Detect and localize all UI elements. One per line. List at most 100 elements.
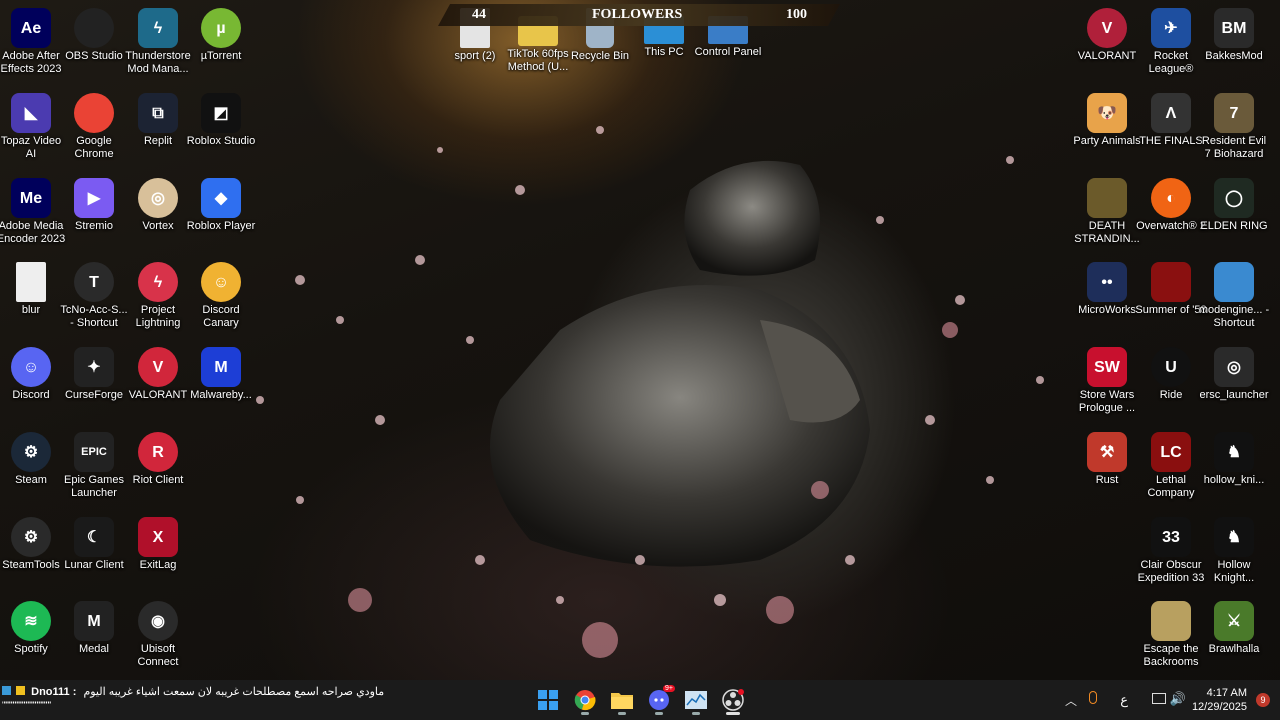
news-widget[interactable]: Dno111 : ماودي صراحه اسمع مصطلحات غريبه … — [2, 686, 384, 712]
followers-title: FOLLOWERS — [592, 7, 683, 22]
unreal-icon: U — [1151, 347, 1191, 387]
desktop-icon-label: MicroWorks — [1078, 304, 1136, 316]
desktop-icon-riot-client[interactable]: R Riot Client — [121, 428, 195, 510]
desktop-icon-label: Riot Client — [132, 474, 184, 486]
desktop-icon-label: Hollow Knight... — [1213, 559, 1255, 584]
replit-icon: ⧉ — [138, 93, 178, 133]
microphone-icon[interactable] — [1089, 691, 1097, 704]
desktop-icon-tcno[interactable]: T TcNo-Acc-S... - Shortcut — [57, 258, 131, 340]
network-icon[interactable] — [1152, 693, 1166, 704]
desktop-icon-store-wars[interactable]: SW Store Wars Prologue ... — [1070, 343, 1144, 425]
desktop-icon-roblox-player[interactable]: ◆ Roblox Player — [184, 174, 258, 256]
roblox-player-icon: ◆ — [201, 178, 241, 218]
clock[interactable]: 4:17 AM 12/29/2025 — [1192, 686, 1247, 714]
desktop-icon-valorant[interactable]: V VALORANT — [1070, 4, 1144, 86]
desktop-icon-rust[interactable]: ⚒ Rust — [1070, 428, 1144, 510]
desktop-icon-label: Rust — [1095, 474, 1119, 486]
desktop-icon-label: VALORANT — [1077, 50, 1137, 62]
roblox-studio-icon: ◩ — [201, 93, 241, 133]
followers-current: 44 — [472, 7, 486, 22]
desktop-icon-modengine[interactable]: modengine... - Shortcut — [1197, 258, 1271, 340]
input-language[interactable]: ع — [1120, 692, 1128, 708]
desktop-icon-hollow-knight[interactable]: ♞ hollow_kni... — [1197, 428, 1271, 510]
desktop-icon-microworks[interactable]: •• MicroWorks — [1070, 258, 1144, 340]
desktop-icon-resident-evil[interactable]: 7 Resident Evil 7 Biohazard — [1197, 89, 1271, 171]
taskbar-task-manager[interactable] — [680, 684, 712, 716]
overwatch-icon: ◐ — [1151, 178, 1191, 218]
desktop-icon-bakkesmod[interactable]: BM BakkesMod — [1197, 4, 1271, 86]
taskbar: Dno111 : ماودي صراحه اسمع مصطلحات غريبه … — [0, 680, 1280, 720]
desktop-icon-label: Brawlhalla — [1208, 643, 1260, 655]
desktop-icon-death-stranding[interactable]: DEATH STRANDIN... — [1070, 174, 1144, 256]
store-wars-icon: SW — [1087, 347, 1127, 387]
summer-58-icon — [1151, 262, 1191, 302]
taskbar-file-explorer[interactable] — [606, 684, 638, 716]
desktop-icon-lunar-client[interactable]: ☾ Lunar Client — [57, 513, 131, 595]
running-indicator — [692, 712, 700, 715]
desktop-icon-label: Recycle Bin — [570, 50, 630, 62]
desktop-icon-ubisoft[interactable]: ◉ Ubisoft Connect — [121, 597, 195, 679]
desktop-icon-roblox-studio[interactable]: ◩ Roblox Studio — [184, 89, 258, 171]
desktop-icon-malwarebytes[interactable]: M Malwareby... — [184, 343, 258, 425]
discord-icon: ☺ — [11, 347, 51, 387]
crown-icon — [16, 686, 26, 695]
desktop-icon-label: ELDEN RING — [1200, 220, 1268, 232]
running-indicator — [726, 712, 740, 715]
running-indicator — [655, 712, 663, 715]
desktop-icon-obs[interactable]: OBS Studio — [57, 4, 131, 86]
desktop-icon-hollow-knight[interactable]: ♞ Hollow Knight... — [1197, 513, 1271, 595]
news-line-2: """""""""""""""""""""" — [2, 700, 51, 710]
running-indicator — [581, 712, 589, 715]
desktop-icon-discord-canary[interactable]: ☺ Discord Canary — [184, 258, 258, 340]
lunar-client-icon: ☾ — [74, 517, 114, 557]
chrome-icon — [74, 93, 114, 133]
desktop-icon-brawlhalla[interactable]: ⚔ Brawlhalla — [1197, 597, 1271, 679]
notification-badge[interactable]: 9 — [1256, 693, 1270, 707]
project-lightning-icon: ϟ — [138, 262, 178, 302]
chrome-icon — [574, 690, 596, 711]
escape-backrooms-icon — [1151, 601, 1191, 641]
chart-icon — [685, 691, 707, 709]
desktop-icon-label: Lunar Client — [64, 559, 124, 571]
clair-obscur-icon: 33 — [1151, 517, 1191, 557]
desktop-icon-stremio[interactable]: ▶ Stremio — [57, 174, 131, 256]
thunderstore-icon: ϟ — [138, 8, 178, 48]
desktop-icon-exitlag[interactable]: X ExitLag — [121, 513, 195, 595]
desktop-icon-epic-games[interactable]: EPIC Epic Games Launcher — [57, 428, 131, 510]
desktop-icon-party-animals[interactable]: 🐶 Party Animals — [1070, 89, 1144, 171]
discord-canary-icon: ☺ — [201, 262, 241, 302]
desktop-icon-utorrent[interactable]: µ µTorrent — [184, 4, 258, 86]
hollow-knight-icon: ♞ — [1214, 432, 1254, 472]
spotify-icon: ≋ — [11, 601, 51, 641]
volume-icon[interactable]: 🔊 — [1170, 691, 1186, 707]
steam-icon: ⚙ — [11, 432, 51, 472]
party-animals-icon: 🐶 — [1087, 93, 1127, 133]
desktop-icon-label: Control Panel — [694, 46, 762, 58]
desktop-icon-chrome[interactable]: Google Chrome — [57, 89, 131, 171]
desktop-icon-label: Epic Games Launcher — [64, 474, 124, 499]
the-finals-icon: Λ — [1151, 93, 1191, 133]
lethal-company-icon: LC — [1151, 432, 1191, 472]
start-button[interactable] — [532, 684, 564, 716]
followers-goal-banner: 44 FOLLOWERS 100 — [438, 4, 840, 26]
desktop-icon-label: Roblox Player — [186, 220, 256, 232]
desktop-icon-label: Medal — [79, 643, 109, 655]
bakkesmod-icon: BM — [1214, 8, 1254, 48]
folder-icon — [611, 693, 633, 709]
taskbar-chrome[interactable] — [569, 684, 601, 716]
resident-evil-icon: 7 — [1214, 93, 1254, 133]
desktop-icon-label: Stremio — [75, 220, 113, 232]
discord-badge: 9+ — [663, 685, 675, 692]
desktop-icon-elden-ring[interactable]: ◯ ELDEN RING — [1197, 174, 1271, 256]
malwarebytes-icon: M — [201, 347, 241, 387]
chevron-up-icon[interactable]: ︿ — [1065, 692, 1077, 709]
desktop-icon-curseforge[interactable]: ✦ CurseForge — [57, 343, 131, 425]
taskbar-discord[interactable]: 9+ — [643, 684, 675, 716]
desktop-icon-medal[interactable]: M Medal — [57, 597, 131, 679]
riot-client-icon: R — [138, 432, 178, 472]
topaz-icon: ◣ — [11, 93, 51, 133]
desktop-icon-ersc-launcher[interactable]: ◎ ersc_launcher — [1197, 343, 1271, 425]
after-effects-icon: Ae — [11, 8, 51, 48]
taskbar-obs[interactable] — [717, 684, 749, 716]
valorant-icon: V — [138, 347, 178, 387]
